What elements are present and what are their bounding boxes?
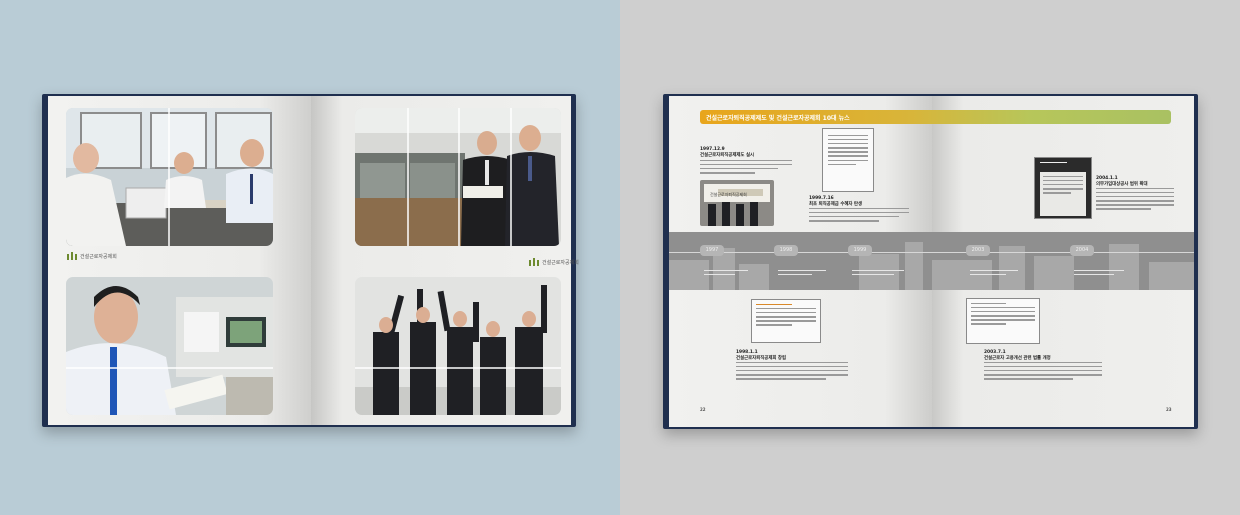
cheering-team-photo	[355, 277, 561, 415]
photo-divider	[458, 108, 460, 246]
timeline-entry	[778, 270, 826, 278]
event-body-text	[984, 362, 1102, 382]
event-body-text	[1096, 188, 1174, 213]
event-heading: 2004.1.1 의무가입대상공사 범위 확대	[1096, 176, 1148, 187]
logo-text: 건설근로자공제회	[542, 259, 579, 266]
timeline-entry	[1074, 270, 1124, 278]
employee-portrait-photo	[66, 277, 273, 415]
event-body-text	[736, 362, 848, 382]
organization-logo: 건설근로자공제회	[528, 258, 579, 266]
photo-divider	[407, 108, 409, 246]
document-scan	[1034, 157, 1092, 219]
timeline-entry	[704, 270, 748, 278]
logo-mark-icon	[528, 258, 540, 266]
timeline-band	[669, 232, 1194, 290]
document-scan	[966, 298, 1040, 344]
event-heading: 2003.7.1 건설근로자 고용개선 관련 법률 개정	[984, 350, 1051, 361]
timeline-year-badge: 2004	[1070, 245, 1094, 256]
timeline-entry	[852, 270, 904, 278]
photo-divider	[66, 367, 273, 369]
page-number: 22	[700, 407, 706, 412]
photo-caption: 건설근로자퇴직공제회	[710, 192, 747, 197]
organization-logo: 건설근로자공제회	[66, 252, 117, 260]
document-scan	[751, 299, 821, 343]
timeline-year-badge: 1997	[700, 245, 724, 256]
ceremony-photo	[700, 180, 774, 226]
timeline-year-badge: 2003	[966, 245, 990, 256]
event-body-text	[809, 208, 909, 224]
timeline-year-badge: 1998	[774, 245, 798, 256]
event-heading: 1999.7.16 최초 퇴직공제금 수혜자 탄생	[809, 196, 863, 207]
timeline-entry	[970, 270, 1018, 278]
timeline-year-badge: 1999	[848, 245, 872, 256]
event-body-text	[700, 160, 792, 176]
page-number: 23	[1166, 407, 1172, 412]
logo-text: 건설근로자공제회	[80, 253, 117, 260]
logo-mark-icon	[66, 252, 78, 260]
event-heading: 1998.1.1 건설근로자퇴직공제회 창립	[736, 350, 787, 361]
photo-divider	[168, 108, 170, 246]
timeline-axis	[669, 252, 1194, 253]
photo-divider	[510, 108, 512, 246]
document-scan	[822, 128, 874, 192]
photo-divider	[355, 367, 561, 369]
timeline-title: 건설근로자퇴직공제제도 및 건설근로자공제회 10대 뉴스	[706, 115, 850, 122]
event-heading: 1997.12.9 건설근로자퇴직공제제도 실시	[700, 147, 755, 158]
